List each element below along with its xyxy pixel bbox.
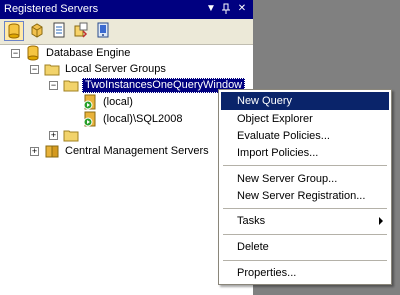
database-engine-icon[interactable] [4, 21, 24, 41]
tree-node-server-local[interactable]: (local) [65, 94, 215, 110]
menu-separator [223, 165, 387, 166]
tree-label: Local Server Groups [65, 63, 166, 75]
tree-node-database-engine[interactable]: − Database Engine [8, 45, 208, 61]
menu-separator [223, 234, 387, 235]
tree-label: Central Management Servers [65, 145, 209, 157]
menu-item-new-server-group[interactable]: New Server Group... [221, 170, 389, 188]
tree-label: (local)\SQL2008 [103, 113, 183, 125]
menu-item-new-query[interactable]: New Query [221, 92, 389, 110]
close-icon[interactable]: ✕ [235, 1, 249, 17]
tree-node-local-server-groups[interactable]: − Local Server Groups [27, 61, 227, 77]
context-menu: New Query Object Explorer Evaluate Polic… [218, 89, 392, 285]
folder-icon [63, 127, 79, 143]
expand-icon[interactable]: + [49, 131, 58, 140]
panel-title: Registered Servers [4, 3, 99, 15]
server-tree: − Database Engine − Local Server Groups … [0, 45, 253, 295]
menu-item-new-server-registration[interactable]: New Server Registration... [221, 187, 389, 205]
integration-services-icon[interactable] [72, 21, 92, 41]
server-running-icon [82, 94, 98, 110]
collapse-icon[interactable]: − [49, 81, 58, 90]
menu-separator [223, 260, 387, 261]
expand-icon[interactable]: + [30, 147, 39, 156]
menu-item-tasks[interactable]: Tasks [221, 212, 389, 230]
tree-node-central-management[interactable]: + Central Management Servers [27, 143, 227, 159]
registered-servers-panel: Registered Servers ▼ ✕ − Database Engine… [0, 0, 253, 295]
menu-separator [223, 208, 387, 209]
folder-icon [44, 61, 60, 77]
menu-item-delete[interactable]: Delete [221, 238, 389, 256]
menu-item-properties[interactable]: Properties... [221, 264, 389, 282]
compact-edition-icon[interactable] [94, 21, 114, 41]
pin-icon[interactable] [219, 1, 233, 17]
analysis-services-icon[interactable] [28, 21, 48, 41]
server-running-icon [82, 111, 98, 127]
submenu-arrow-icon [379, 217, 383, 225]
tree-node-server-sql2008[interactable]: (local)\SQL2008 [65, 111, 215, 127]
server-group-icon [44, 143, 60, 159]
dropdown-icon[interactable]: ▼ [204, 1, 218, 17]
folder-icon [63, 77, 79, 93]
tree-node-folder[interactable]: + [46, 127, 106, 143]
tree-label: Database Engine [46, 47, 131, 59]
menu-item-evaluate-policies[interactable]: Evaluate Policies... [221, 127, 389, 145]
collapse-icon[interactable]: − [30, 65, 39, 74]
menu-item-object-explorer[interactable]: Object Explorer [221, 110, 389, 128]
menu-item-import-policies[interactable]: Import Policies... [221, 144, 389, 162]
collapse-icon[interactable]: − [11, 49, 20, 58]
database-icon [25, 45, 41, 61]
reporting-services-icon[interactable] [50, 21, 70, 41]
toolbar [0, 19, 253, 45]
tree-label: (local) [103, 96, 133, 108]
panel-title-bar: Registered Servers ▼ ✕ [0, 0, 253, 19]
